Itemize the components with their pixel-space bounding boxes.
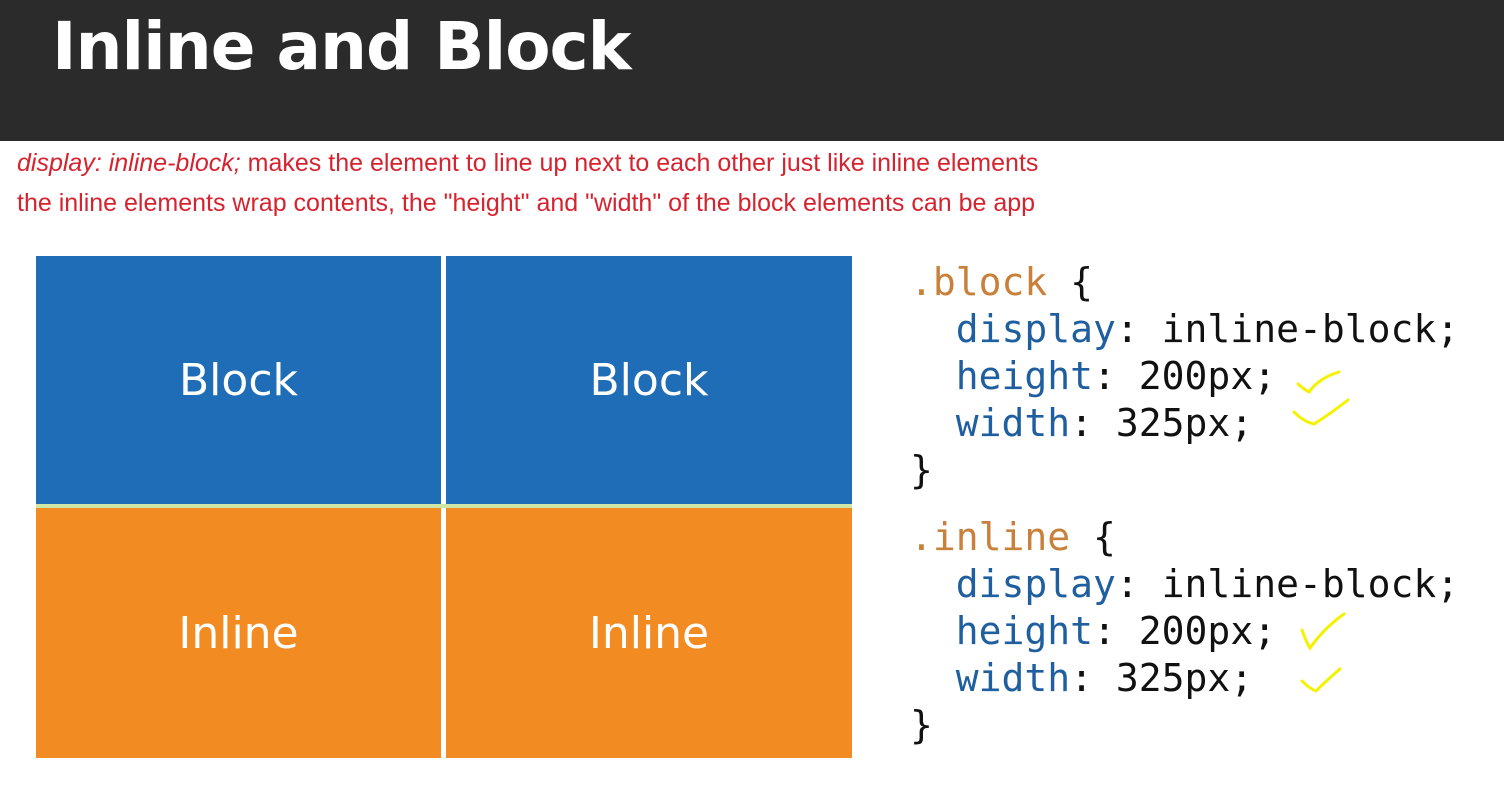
code-value: : inline-block; — [1115, 307, 1460, 351]
block-box-1: Block — [36, 256, 441, 504]
slide: Inline and Block display: inline-block; … — [0, 0, 1504, 804]
header-bar: Inline and Block — [0, 0, 1504, 141]
note-code-italic: display: inline-block; — [17, 149, 241, 177]
page-title: Inline and Block — [52, 8, 632, 85]
code-value: : 200px; — [1093, 354, 1277, 398]
code-block-rule: .block { display: inline-block; height: … — [910, 259, 1459, 494]
code-brace-open: { — [1047, 260, 1094, 304]
code-property: display — [955, 562, 1116, 606]
code-property: height — [955, 609, 1094, 653]
code-value: : 325px; — [1070, 656, 1254, 700]
checkmark-icon — [1300, 667, 1342, 693]
code-property: height — [955, 354, 1094, 398]
block-box-label: Block — [589, 354, 709, 406]
code-selector: .inline — [910, 515, 1071, 559]
code-property: width — [955, 656, 1071, 700]
inline-box-1: Inline — [36, 508, 441, 758]
code-selector: .block — [910, 260, 1048, 304]
checkmark-icon — [1292, 398, 1350, 426]
note-line-1: display: inline-block; makes the element… — [17, 148, 1212, 178]
inline-box-label: Inline — [178, 607, 299, 659]
code-value: : inline-block; — [1115, 562, 1460, 606]
inline-box-label: Inline — [588, 607, 710, 659]
code-brace-close: } — [910, 703, 933, 747]
note-line-1-text: makes the element to line up next to eac… — [240, 149, 1039, 177]
block-box-label: Block — [178, 354, 298, 406]
code-brace-close: } — [910, 448, 933, 492]
code-property: width — [955, 401, 1071, 445]
checkmark-icon — [1300, 612, 1346, 651]
note-line-2: the inline elements wrap contents, the "… — [17, 189, 1036, 217]
code-inline-rule: .inline { display: inline-block; height:… — [910, 514, 1459, 749]
code-brace-open: { — [1070, 515, 1116, 559]
code-value: : 200px; — [1093, 609, 1277, 653]
checkmark-icon — [1296, 370, 1341, 394]
code-property: display — [955, 307, 1116, 351]
block-box-2: Block — [446, 256, 852, 504]
inline-box-2: Inline — [446, 508, 852, 758]
code-value: : 325px; — [1070, 401, 1254, 445]
